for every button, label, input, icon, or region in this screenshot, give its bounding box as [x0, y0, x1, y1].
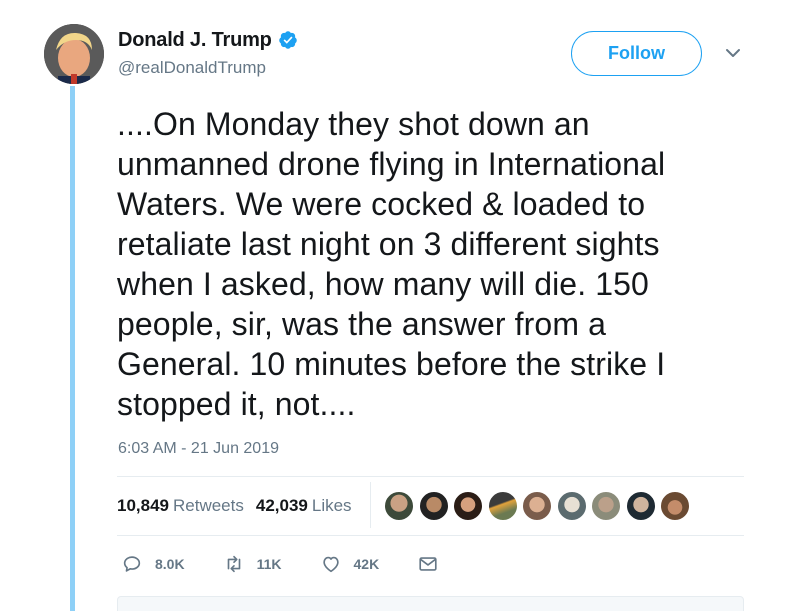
thread-line [70, 86, 75, 611]
like-count: 42K [353, 556, 380, 572]
author-block: Donald J. Trump @realDonaldTrump [118, 28, 298, 78]
direct-message-button[interactable] [417, 553, 439, 575]
reply-button[interactable]: 8.0K [121, 553, 185, 575]
stats-separator [370, 482, 371, 528]
retweet-count: 11K [256, 556, 282, 572]
liker-avatar[interactable] [625, 491, 656, 521]
tweet-actions: 8.0K 11K 42K [121, 553, 439, 575]
reply-icon [123, 556, 141, 572]
follow-button[interactable]: Follow [571, 31, 702, 76]
verified-badge-icon [278, 31, 297, 49]
like-button[interactable]: 42K [320, 553, 380, 575]
liker-avatar[interactable] [384, 491, 414, 521]
engagement-stats: 10,849 Retweets 42,039 Likes [117, 496, 352, 516]
liker-avatar[interactable] [453, 491, 483, 521]
chevron-down-icon[interactable] [724, 46, 742, 60]
retweet-icon [227, 555, 240, 573]
liker-avatar[interactable] [591, 491, 621, 521]
likes-label[interactable]: Likes [312, 496, 352, 516]
envelope-icon [419, 557, 437, 571]
retweet-button[interactable]: 11K [223, 553, 282, 575]
liker-avatar[interactable] [556, 491, 587, 521]
avatar[interactable] [44, 24, 104, 84]
tweet-text: ....On Monday they shot down an unmanned… [117, 106, 666, 422]
reply-count: 8.0K [155, 556, 185, 572]
liker-avatar[interactable] [522, 491, 552, 521]
reply-input-box[interactable] [117, 596, 744, 611]
liker-avatar[interactable] [660, 491, 690, 521]
retweets-count[interactable]: 10,849 [117, 496, 169, 516]
liker-avatars [384, 491, 695, 521]
tweet-timestamp[interactable]: 6:03 AM - 21 Jun 2019 [118, 440, 279, 458]
author-name[interactable]: Donald J. Trump [118, 29, 272, 52]
heart-icon [322, 556, 339, 573]
retweets-label[interactable]: Retweets [173, 496, 244, 516]
liker-avatar[interactable] [487, 491, 518, 521]
likes-count[interactable]: 42,039 [256, 496, 308, 516]
divider [117, 476, 744, 477]
divider [117, 535, 744, 536]
liker-avatar[interactable] [418, 491, 449, 521]
author-handle[interactable]: @realDonaldTrump [118, 58, 298, 78]
